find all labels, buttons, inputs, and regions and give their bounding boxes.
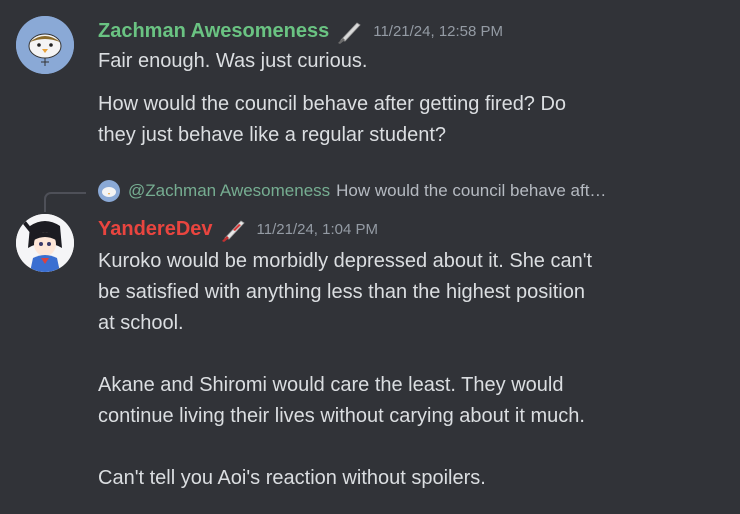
timestamp[interactable]: 11/21/24, 12:58 PM	[373, 23, 503, 40]
avatar-zachman[interactable]	[16, 16, 74, 74]
timestamp[interactable]: 11/21/24, 1:04 PM	[257, 221, 378, 238]
message-line: Can't tell you Aoi's reaction without sp…	[98, 467, 486, 489]
avatar-yanderedev[interactable]	[16, 214, 74, 272]
reply-mention[interactable]: @Zachman Awesomeness	[128, 181, 330, 201]
message-line: Kuroko would be morbidly depressed about…	[98, 250, 593, 272]
reply-spine	[44, 192, 86, 212]
message-line: Fair enough. Was just curious.	[98, 50, 368, 72]
message-line: How would the council behave after getti…	[98, 93, 567, 115]
message-header: Zachman Awesomeness 11/21/24, 12:58 PM	[98, 18, 503, 44]
message-line: Akane and Shiromi would care the least. …	[98, 374, 564, 396]
message-header: YandereDev 11/21/24, 1:04 PM	[98, 216, 378, 242]
reply-preview[interactable]: How would the council behave aft…	[336, 181, 606, 201]
message-content: Fair enough. Was just curious. How would…	[98, 46, 718, 151]
reply-avatar	[98, 180, 120, 202]
username[interactable]: Zachman Awesomeness	[98, 20, 329, 43]
bloody-knife-icon	[219, 216, 249, 242]
message-content: Kuroko would be morbidly depressed about…	[98, 246, 718, 494]
knife-icon	[335, 18, 365, 44]
message-line: be satisfied with anything less than the…	[98, 281, 585, 303]
message-line: they just behave like a regular student?	[98, 124, 446, 146]
username[interactable]: YandereDev	[98, 218, 213, 241]
message-line: continue living their lives without cary…	[98, 405, 585, 427]
message-line: at school.	[98, 312, 184, 334]
reply-reference[interactable]: @Zachman Awesomeness How would the counc…	[98, 180, 606, 202]
